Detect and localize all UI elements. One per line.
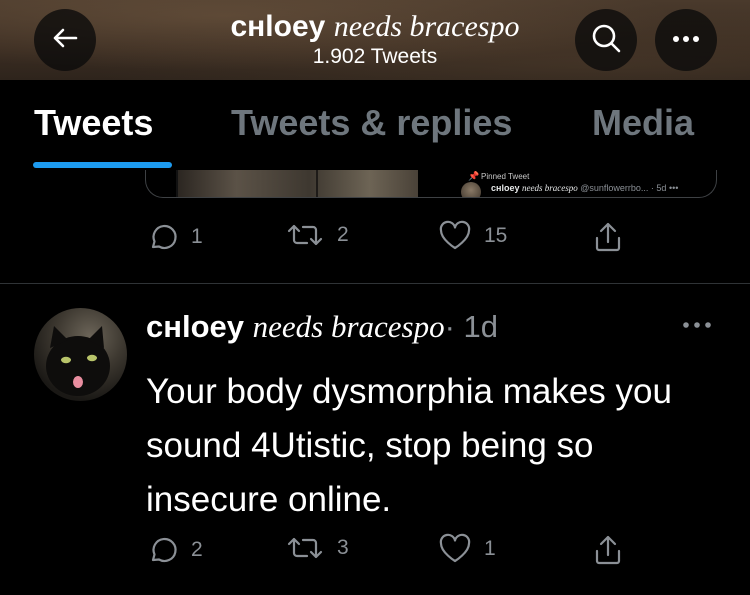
card-name-italic: needs bracespo xyxy=(521,183,578,193)
pinned-quoted-card[interactable]: 📌 Pinned Tweet cʜloey needs bracespo @su… xyxy=(145,170,717,198)
tweet-divider xyxy=(0,283,750,284)
tweet-actions: 2 3 1 xyxy=(145,533,645,573)
card-avatar xyxy=(461,182,481,197)
reply-icon xyxy=(145,220,179,254)
tweet-more-button[interactable] xyxy=(682,316,712,334)
reply-count: 1 xyxy=(191,225,203,248)
profile-tabs: Tweets Tweets & replies Media xyxy=(0,80,750,170)
reply-icon xyxy=(145,533,179,567)
card-more-icon: ••• xyxy=(668,183,679,193)
header-display-name: cʜloey needs bracespo xyxy=(0,10,750,44)
search-button[interactable] xyxy=(575,9,637,71)
like-icon xyxy=(438,533,472,565)
share-icon xyxy=(593,533,623,567)
avatar[interactable] xyxy=(34,308,127,401)
black-cat-avatar-image xyxy=(46,326,110,396)
like-icon xyxy=(438,220,472,252)
like-count: 1 xyxy=(484,537,496,560)
like-button[interactable]: 15 xyxy=(438,220,507,252)
tweet-author-name-bold[interactable]: cʜloey xyxy=(146,309,244,344)
header-name-italic: needs bracespo xyxy=(333,10,520,43)
like-button[interactable]: 1 xyxy=(438,533,496,565)
reply-button[interactable]: 2 xyxy=(145,533,203,567)
reply-button[interactable]: 1 xyxy=(145,220,203,254)
tweet-time: · 1d xyxy=(444,309,499,344)
header-name-bold: cʜloey xyxy=(230,10,326,43)
card-time: · 5d xyxy=(650,183,667,193)
card-media-image xyxy=(176,170,418,197)
active-tab-indicator xyxy=(33,162,172,168)
tweet-text: Your body dysmorphia makes you sound 4Ut… xyxy=(146,372,672,519)
retweet-icon xyxy=(285,533,325,563)
profile-header: cʜloey needs bracespo 1.902 Tweets xyxy=(0,0,750,80)
card-author-line: cʜloey needs bracespo @sunflowerrbo... ·… xyxy=(491,183,678,193)
tweet-author-line: cʜloey needs bracespo· 1d xyxy=(146,309,498,345)
tab-tweets[interactable]: Tweets xyxy=(34,102,153,144)
more-icon xyxy=(682,316,712,333)
retweet-count: 3 xyxy=(337,536,349,559)
card-divider xyxy=(176,170,178,197)
retweet-icon xyxy=(285,220,325,250)
tab-tweets-and-replies[interactable]: Tweets & replies xyxy=(231,102,512,144)
share-icon xyxy=(593,220,623,254)
retweet-count: 2 xyxy=(337,223,349,246)
pinned-label: Pinned Tweet xyxy=(481,172,530,181)
header-title: cʜloey needs bracespo 1.902 Tweets xyxy=(0,10,750,69)
more-icon xyxy=(671,31,701,49)
pin-icon: 📌 xyxy=(468,171,480,181)
pinned-tweet-actions: 1 2 15 xyxy=(145,220,645,260)
like-count: 15 xyxy=(484,224,508,247)
retweet-button[interactable]: 2 xyxy=(285,220,349,250)
reply-count: 2 xyxy=(191,538,203,561)
share-button[interactable] xyxy=(593,533,623,567)
tweet-count: 1.902 Tweets xyxy=(312,45,438,68)
retweet-button[interactable]: 3 xyxy=(285,533,349,563)
tab-media[interactable]: Media xyxy=(592,102,694,144)
share-button[interactable] xyxy=(593,220,623,254)
more-options-button[interactable] xyxy=(655,9,717,71)
tweet-author-name-italic[interactable]: needs bracespo xyxy=(253,309,445,344)
card-handle: @sunflowerrbo... xyxy=(580,183,649,193)
card-name-bold: cʜloey xyxy=(491,183,520,193)
search-icon xyxy=(590,22,622,59)
